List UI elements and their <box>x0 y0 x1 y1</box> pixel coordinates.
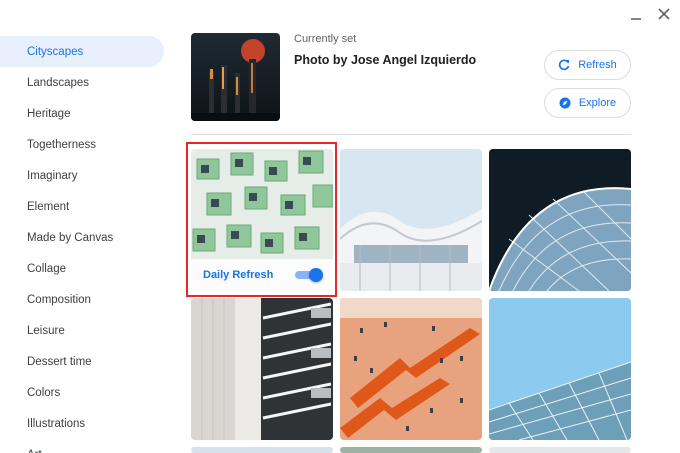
current-wallpaper-panel: Currently set Photo by Jose Angel Izquie… <box>191 32 631 122</box>
wallpaper-tile-partial-2[interactable] <box>340 447 482 453</box>
current-wallpaper-thumbnail <box>191 33 280 121</box>
explore-label: Explore <box>578 97 617 109</box>
sidebar-item-heritage[interactable]: Heritage <box>0 98 170 129</box>
wallpaper-tile-partial-1[interactable] <box>191 447 333 453</box>
wallpaper-tile-blue-glass[interactable] <box>489 298 631 440</box>
collections-sidebar: Cityscapes Landscapes Heritage Togethern… <box>0 36 170 453</box>
explore-button[interactable]: Explore <box>544 88 631 118</box>
currently-set-label: Currently set <box>294 33 357 45</box>
sidebar-item-cityscapes[interactable]: Cityscapes <box>0 36 164 67</box>
sidebar-item-leisure[interactable]: Leisure <box>0 315 170 346</box>
minimize-icon <box>631 18 641 20</box>
wallpaper-tile-white-curves[interactable] <box>340 149 482 291</box>
current-wallpaper-title: Photo by Jose Angel Izquierdo <box>294 53 477 67</box>
selected-tile-highlight <box>186 142 337 297</box>
wallpaper-tile-dome-lattice[interactable] <box>489 149 631 291</box>
wallpaper-tile-partial-3[interactable] <box>489 447 631 453</box>
sidebar-item-togetherness[interactable]: Togetherness <box>0 129 170 160</box>
sidebar-item-imaginary[interactable]: Imaginary <box>0 160 170 191</box>
sidebar-item-made-by-canvas[interactable]: Made by Canvas <box>0 222 170 253</box>
close-button[interactable] <box>656 6 672 22</box>
sidebar-item-illustrations[interactable]: Illustrations <box>0 408 170 439</box>
window-controls <box>628 6 672 22</box>
refresh-icon <box>559 59 570 71</box>
refresh-button[interactable]: Refresh <box>544 50 631 80</box>
refresh-label: Refresh <box>578 59 617 71</box>
sidebar-item-element[interactable]: Element <box>0 191 170 222</box>
sidebar-item-collage[interactable]: Collage <box>0 253 170 284</box>
close-icon <box>658 8 670 20</box>
sidebar-item-dessert-time[interactable]: Dessert time <box>0 346 170 377</box>
minimize-button[interactable] <box>628 6 644 22</box>
sidebar-item-landscapes[interactable]: Landscapes <box>0 67 170 98</box>
section-divider <box>191 134 631 135</box>
sidebar-item-composition[interactable]: Composition <box>0 284 170 315</box>
explore-compass-icon <box>559 97 571 109</box>
sidebar-item-colors[interactable]: Colors <box>0 377 170 408</box>
wallpaper-tile-orange-building[interactable] <box>340 298 482 440</box>
wallpaper-tile-staircase[interactable] <box>191 298 333 440</box>
sidebar-item-art[interactable]: Art <box>0 439 170 453</box>
